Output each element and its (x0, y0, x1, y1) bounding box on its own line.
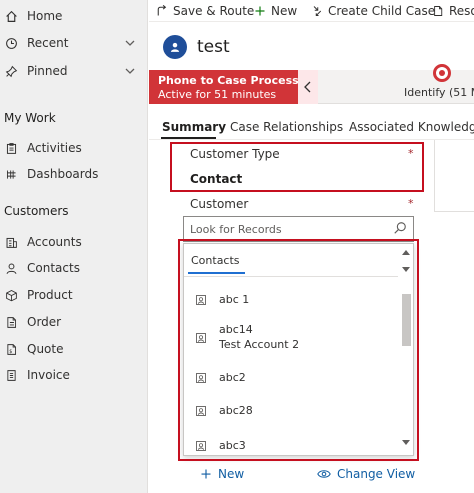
save-route-button[interactable]: Save & Route (156, 3, 254, 19)
sidebar-item-label: Home (27, 9, 63, 23)
dashboard-icon (4, 167, 18, 181)
document-icon (4, 315, 18, 329)
save-route-label: Save & Route (173, 4, 255, 18)
new-record-button[interactable]: New (200, 466, 244, 482)
section-title-my-work: My Work (4, 111, 56, 125)
chevron-down-icon[interactable] (124, 37, 136, 49)
sidebar-item-order[interactable]: Order (0, 310, 148, 334)
create-child-case-button[interactable]: Create Child Case (311, 3, 435, 19)
sidebar-item-quote[interactable]: $ Quote (0, 337, 148, 361)
sidebar-item-accounts[interactable]: Accounts (0, 230, 148, 254)
pin-icon (4, 64, 18, 78)
sidebar-item-label: Quote (27, 342, 64, 356)
sidebar-item-label: Contacts (27, 261, 80, 275)
child-case-icon (313, 6, 322, 16)
chevron-left-icon (304, 81, 311, 93)
sidebar-item-recent[interactable]: Recent (0, 31, 148, 55)
sidebar-item-label: Order (27, 315, 62, 329)
sidebar-item-label: Activities (27, 141, 82, 155)
create-child-case-label: Create Child Case (328, 4, 436, 18)
resolve-icon (434, 6, 443, 16)
customer-type-label: Customer Type (190, 147, 280, 161)
process-name: Phone to Case Process (158, 74, 299, 87)
required-marker: * (408, 147, 414, 160)
customer-type-value[interactable]: Contact (190, 172, 242, 186)
command-bar: Save & Route New Create Child Case Resol (149, 0, 474, 22)
resolve-label: Resol (449, 4, 474, 18)
plus-icon (255, 6, 265, 16)
clock-icon (4, 36, 18, 50)
invoice-icon (4, 368, 18, 382)
customer-lookup-input[interactable] (190, 221, 380, 237)
sidebar-item-contacts[interactable]: Contacts (0, 256, 148, 280)
dynamics-case-form: Home Recent Pinned My Work Activities Da… (0, 0, 474, 493)
sitemap-sidebar: Home Recent Pinned My Work Activities Da… (0, 0, 148, 493)
svg-text:$: $ (9, 348, 12, 354)
process-duration: Active for 51 minutes (158, 88, 277, 101)
sidebar-item-dashboards[interactable]: Dashboards (0, 162, 148, 186)
new-label: New (271, 4, 298, 18)
sidebar-item-label: Product (27, 288, 73, 302)
save-route-icon (157, 5, 167, 16)
sidebar-item-label: Invoice (27, 368, 70, 382)
eye-icon (317, 470, 331, 478)
tab-case-relationships[interactable]: Case Relationships (230, 120, 343, 134)
record-avatar (163, 35, 187, 59)
sidebar-item-label: Recent (27, 36, 69, 50)
stage-label[interactable]: Identify (51 M (404, 86, 474, 99)
side-panel (434, 140, 474, 212)
search-icon[interactable] (393, 221, 409, 237)
chevron-down-icon[interactable] (124, 65, 136, 77)
tab-associated-knowledge[interactable]: Associated Knowledge (349, 120, 474, 134)
sidebar-item-pinned[interactable]: Pinned (0, 59, 148, 83)
box-icon (4, 288, 18, 302)
new-record-label: New (218, 467, 245, 481)
home-icon (4, 9, 18, 23)
sidebar-item-activities[interactable]: Activities (0, 136, 148, 160)
process-collapse-button[interactable] (298, 70, 318, 104)
plus-icon (201, 469, 211, 479)
change-view-button[interactable]: Change View (317, 466, 415, 482)
new-button[interactable]: New (254, 3, 297, 19)
sidebar-item-label: Pinned (27, 64, 68, 78)
sidebar-item-invoice[interactable]: Invoice (0, 363, 148, 387)
lookup-results-highlight (178, 239, 419, 461)
person-icon (4, 261, 18, 275)
sidebar-item-home[interactable]: Home (0, 4, 148, 28)
tab-summary[interactable]: Summary (162, 120, 226, 134)
sidebar-item-product[interactable]: Product (0, 283, 148, 307)
sidebar-item-label: Dashboards (27, 167, 99, 181)
active-stage-indicator[interactable] (433, 64, 451, 82)
section-title-customers: Customers (4, 204, 69, 218)
record-title: test (197, 37, 230, 57)
quote-icon: $ (4, 342, 18, 356)
required-marker: * (408, 197, 414, 210)
customer-label: Customer (190, 197, 249, 211)
change-view-label: Change View (337, 467, 416, 481)
clipboard-icon (4, 141, 18, 155)
building-icon (4, 235, 18, 249)
sidebar-item-label: Accounts (27, 235, 82, 249)
resolve-case-button[interactable]: Resol (432, 3, 474, 19)
process-flyout[interactable]: Phone to Case Process Active for 51 minu… (149, 70, 299, 104)
person-icon (170, 42, 180, 52)
